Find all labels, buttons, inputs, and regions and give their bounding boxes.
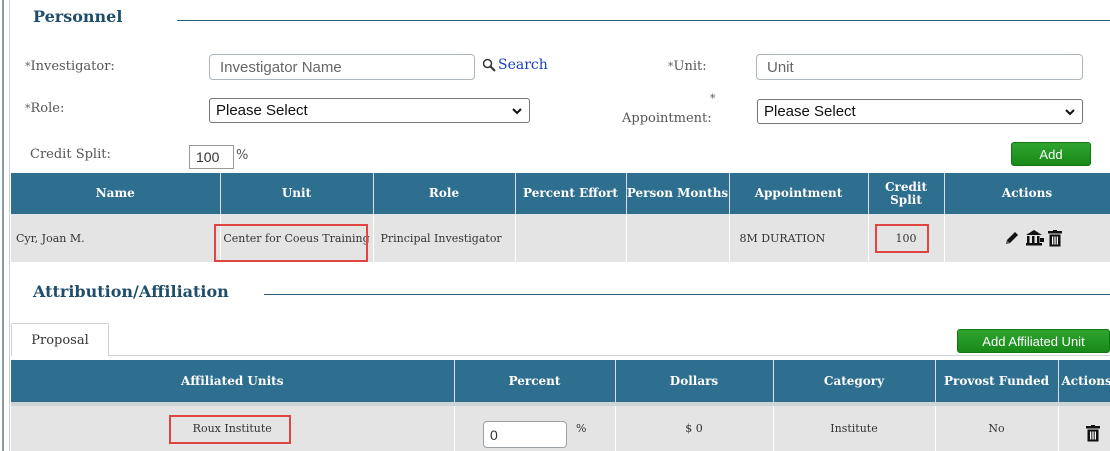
header-dollars: Dollars bbox=[615, 360, 774, 404]
header-actions: Actions bbox=[1058, 360, 1110, 404]
appointment-select-value: Please Select bbox=[764, 103, 856, 120]
header-role: Role bbox=[373, 173, 516, 214]
header-percent-effort: Percent Effort bbox=[515, 173, 627, 214]
header-category: Category bbox=[773, 360, 936, 404]
add-personnel-button[interactable]: Add bbox=[1011, 142, 1091, 166]
cell-percent-effort bbox=[515, 214, 627, 262]
affiliation-percent-input[interactable]: 0 bbox=[483, 421, 567, 448]
role-select[interactable]: Please Select bbox=[209, 98, 530, 123]
search-link[interactable]: Search bbox=[482, 57, 548, 73]
credit-split-percent-sign: % bbox=[236, 148, 249, 163]
header-provost-funded: Provost Funded bbox=[935, 360, 1059, 404]
unit-label: *Unit: bbox=[668, 59, 707, 74]
appointment-label: Appointment: bbox=[622, 111, 712, 126]
header-person-months: Person Months bbox=[626, 173, 730, 214]
cell-appointment: 8M DURATION bbox=[729, 214, 869, 262]
left-border-inner bbox=[9, 0, 10, 451]
unit-input[interactable] bbox=[756, 54, 1083, 80]
personnel-section-title: Personnel bbox=[33, 7, 123, 26]
role-label: *Role: bbox=[25, 101, 65, 116]
personnel-table: Name Unit Role Percent Effort Person Mon… bbox=[11, 173, 1110, 262]
credit-split-highlight-box bbox=[875, 224, 929, 253]
pencil-icon[interactable] bbox=[1002, 228, 1022, 248]
tab-baseline bbox=[11, 355, 1110, 356]
chevron-down-icon bbox=[512, 107, 522, 114]
cell-name: Cyr, Joan M. bbox=[11, 214, 221, 262]
cell-dollars: $ 0 bbox=[615, 404, 774, 451]
table-row: Cyr, Joan M. Center for Coeus Training P… bbox=[11, 214, 1110, 262]
header-unit: Unit bbox=[220, 173, 374, 214]
personnel-section-rule bbox=[177, 20, 1110, 21]
appointment-select[interactable]: Please Select bbox=[757, 99, 1083, 124]
cell-person-months bbox=[626, 214, 730, 262]
attribution-section-title: Attribution/Affiliation bbox=[33, 282, 229, 301]
cell-category: Institute bbox=[773, 404, 936, 451]
affiliation-table-header: Affiliated Units Percent Dollars Categor… bbox=[11, 360, 1110, 404]
trash-icon[interactable] bbox=[1084, 423, 1102, 443]
personnel-table-header: Name Unit Role Percent Effort Person Mon… bbox=[11, 173, 1110, 214]
search-label: Search bbox=[498, 57, 548, 73]
tab-proposal[interactable]: Proposal bbox=[11, 323, 109, 356]
left-border bbox=[2, 0, 4, 451]
trash-icon[interactable] bbox=[1046, 228, 1064, 248]
header-percent: Percent bbox=[454, 360, 616, 404]
cell-role: Principal Investigator bbox=[373, 214, 516, 262]
credit-split-label: Credit Split: bbox=[30, 147, 111, 162]
investigator-input[interactable] bbox=[209, 54, 475, 80]
header-actions: Actions bbox=[944, 173, 1110, 214]
add-affiliated-unit-button[interactable]: Add Affiliated Unit bbox=[957, 329, 1110, 353]
chevron-down-icon bbox=[1065, 108, 1075, 115]
role-select-value: Please Select bbox=[216, 102, 308, 119]
credit-split-input[interactable]: 100 bbox=[189, 145, 234, 169]
header-name: Name bbox=[11, 173, 221, 214]
investigator-label: *Investigator: bbox=[25, 59, 115, 74]
appointment-required-marker: * bbox=[710, 92, 716, 105]
header-credit-split: Credit Split bbox=[868, 173, 945, 214]
affiliated-unit-highlight-box bbox=[169, 415, 291, 444]
institution-icon[interactable] bbox=[1024, 228, 1046, 248]
magnifier-icon bbox=[482, 58, 496, 72]
cell-provost-funded: No bbox=[935, 404, 1059, 451]
header-appointment: Appointment bbox=[729, 173, 869, 214]
header-affiliated-units: Affiliated Units bbox=[11, 360, 455, 404]
attribution-section-rule bbox=[264, 294, 1110, 295]
unit-highlight-box bbox=[214, 224, 368, 262]
